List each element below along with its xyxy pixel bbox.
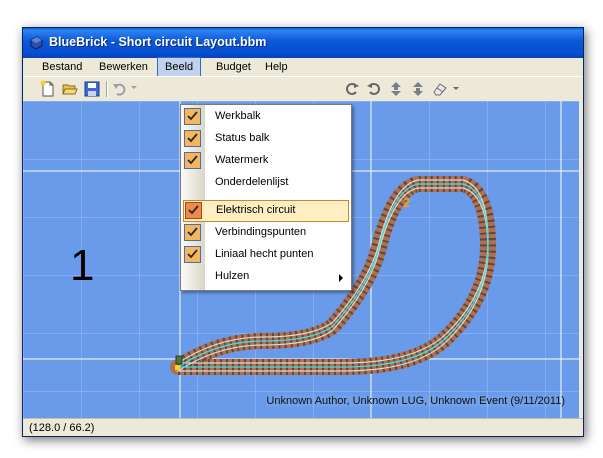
- window-title: BlueBrick - Short circuit Layout.bbm: [49, 35, 267, 49]
- menu-item-hulzen[interactable]: Hulzen: [181, 266, 351, 288]
- menu-item-watermerk[interactable]: Watermerk: [181, 150, 351, 172]
- bring-to-front-icon[interactable]: [409, 80, 427, 98]
- vertical-scrollbar[interactable]: [579, 101, 583, 418]
- beeld-dropdown-menu: Werkbalk Status balk Watermerk Onderdele…: [180, 104, 352, 291]
- menu-help[interactable]: Help: [258, 58, 295, 76]
- menu-budget[interactable]: Budget: [209, 58, 258, 76]
- check-icon: [185, 202, 202, 219]
- check-icon: [184, 108, 201, 125]
- title-bar[interactable]: BlueBrick - Short circuit Layout.bbm: [23, 28, 583, 58]
- undo-dropdown-arrow-icon[interactable]: [131, 86, 137, 89]
- rotate-ccw-icon[interactable]: [343, 80, 361, 98]
- check-icon: [184, 224, 201, 241]
- submenu-arrow-icon: [339, 274, 343, 282]
- check-icon: [184, 152, 201, 169]
- eraser-icon[interactable]: [431, 80, 449, 98]
- status-bar: (128.0 / 66.2): [23, 418, 583, 436]
- cursor-coordinates: (128.0 / 66.2): [29, 422, 95, 434]
- menu-beeld[interactable]: Beeld: [157, 57, 202, 77]
- connection-point-icon[interactable]: [175, 365, 180, 370]
- watermark: Unknown Author, Unknown LUG, Unknown Eve…: [266, 395, 565, 407]
- check-icon: [184, 246, 201, 263]
- check-icon: [184, 130, 201, 147]
- connection-point-icon[interactable]: [175, 355, 183, 365]
- undo-icon[interactable]: [111, 80, 129, 98]
- menu-bar: Bestand Bewerken Beeld Budget Help: [23, 57, 583, 77]
- save-icon[interactable]: [83, 80, 101, 98]
- menu-item-elektrisch-circuit[interactable]: Elektrisch circuit: [183, 200, 349, 222]
- menu-item-werkbalk[interactable]: Werkbalk: [181, 106, 351, 128]
- menu-bewerken[interactable]: Bewerken: [92, 58, 155, 76]
- menu-item-status-balk[interactable]: Status balk: [181, 128, 351, 150]
- open-folder-icon[interactable]: [61, 80, 79, 98]
- eraser-dropdown-arrow-icon[interactable]: [453, 87, 459, 90]
- menu-item-verbindingspunten[interactable]: Verbindingspunten: [181, 222, 351, 244]
- toolbar: [23, 76, 583, 102]
- menu-item-onderdelenlijst[interactable]: Onderdelenlijst: [181, 172, 351, 194]
- new-file-icon[interactable]: [39, 80, 57, 98]
- menu-bestand[interactable]: Bestand: [35, 58, 89, 76]
- area-label: 1: [70, 241, 95, 290]
- app-window: BlueBrick - Short circuit Layout.bbm Bes…: [22, 27, 584, 437]
- circuit-label: 2: [403, 195, 410, 210]
- rotate-cw-icon[interactable]: [365, 80, 383, 98]
- bluebrick-app-icon: [30, 36, 43, 50]
- menu-item-liniaal-hecht-punten[interactable]: Liniaal hecht punten: [181, 244, 351, 266]
- send-to-back-icon[interactable]: [387, 80, 405, 98]
- toolbar-separator: [106, 81, 108, 97]
